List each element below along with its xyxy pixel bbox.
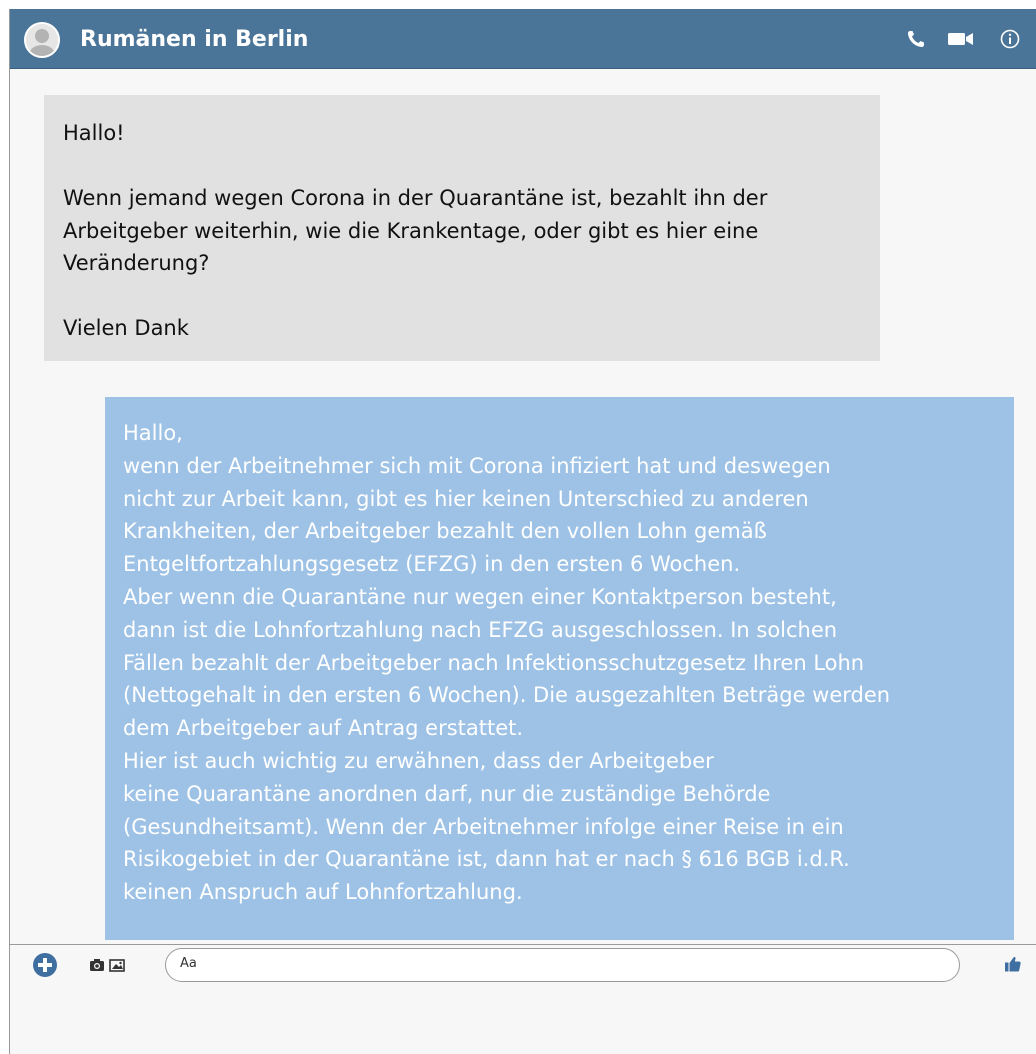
thumbs-up-icon[interactable]	[1004, 955, 1022, 973]
composer-bar: Aa	[10, 944, 1036, 1054]
video-icon[interactable]	[947, 28, 973, 50]
message-input[interactable]: Aa	[165, 948, 960, 982]
incoming-message: Hallo! Wenn jemand wegen Corona in der Q…	[44, 95, 880, 361]
info-icon[interactable]	[999, 28, 1021, 50]
phone-icon[interactable]	[905, 28, 927, 50]
chat-window: Rumänen in Berlin Hallo! Wenn jemand weg…	[9, 9, 1036, 1054]
photo-icon[interactable]	[109, 957, 125, 972]
chat-header: Rumänen in Berlin	[10, 9, 1036, 69]
plus-icon[interactable]	[32, 952, 58, 978]
message-list: Hallo! Wenn jemand wegen Corona in der Q…	[10, 69, 1036, 940]
camera-icon[interactable]	[89, 957, 105, 971]
message-input-placeholder: Aa	[180, 956, 197, 971]
outgoing-message: Hallo, wenn der Arbeitnehmer sich mit Co…	[105, 397, 1014, 940]
avatar-icon[interactable]	[24, 22, 60, 58]
chat-title: Rumänen in Berlin	[80, 27, 309, 52]
